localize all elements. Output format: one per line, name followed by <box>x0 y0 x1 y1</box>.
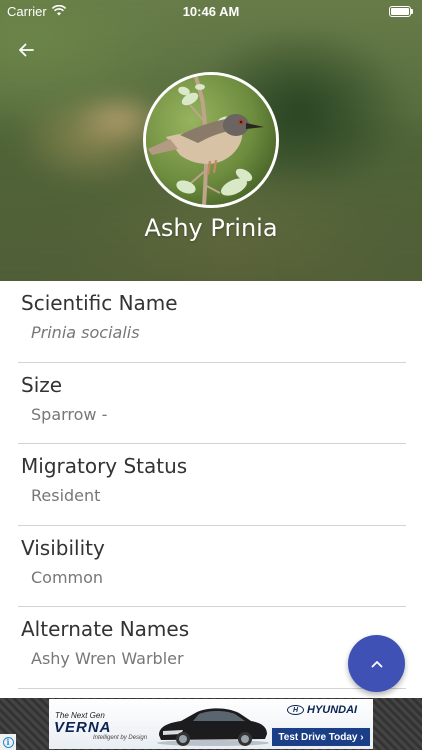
ad-slogan: Intelligent by Design <box>93 735 148 741</box>
ad-banner[interactable]: The Next Gen VERNA Intelligent by Design… <box>49 699 373 749</box>
detail-label: Scientific Name <box>21 291 178 315</box>
back-button[interactable] <box>12 38 40 62</box>
scroll-to-top-button[interactable] <box>348 635 405 692</box>
ad-brand: H HYUNDAI <box>287 704 357 716</box>
detail-label: Size <box>21 372 63 397</box>
detail-value: Ashy Wren Warbler <box>31 649 184 668</box>
ad-brand-name: HYUNDAI <box>307 704 358 716</box>
arrow-left-icon <box>19 43 34 57</box>
ad-info-button[interactable]: i <box>0 734 16 750</box>
detail-row-size: Size Sparrow - <box>18 363 406 444</box>
car-image <box>157 708 269 746</box>
detail-row-scientific-name: Scientific Name Prinia socialis <box>18 281 406 363</box>
battery-icon <box>389 6 414 17</box>
bird-name-title: Ashy Prinia <box>144 214 278 242</box>
detail-label: Migratory Status <box>21 454 188 478</box>
ad-cta-button[interactable]: Test Drive Today › <box>272 728 370 746</box>
detail-row-migratory-status: Migratory Status Resident <box>18 444 406 526</box>
status-bar: Carrier 10:46 AM <box>0 0 422 24</box>
detail-value: Prinia socialis <box>31 323 140 342</box>
detail-value: Common <box>31 567 104 587</box>
hyundai-logo-icon: H <box>287 705 304 715</box>
detail-row-visibility: Visibility Common <box>18 526 406 607</box>
header: Carrier 10:46 AM Ashy Prinia <box>0 0 422 281</box>
bird-detail-screen: Carrier 10:46 AM Ashy Prinia Scientific … <box>0 0 422 750</box>
bird-details-list: Scientific Name Prinia socialis Size Spa… <box>0 281 422 689</box>
ad-model-name: VERNA <box>54 719 112 736</box>
detail-row-alternate-names: Alternate Names Ashy Wren Warbler <box>18 607 406 689</box>
info-icon: i <box>2 736 14 748</box>
detail-label: Alternate Names <box>21 617 190 641</box>
detail-value: Sparrow - <box>31 404 108 424</box>
detail-label: Visibility <box>21 535 105 560</box>
chevron-up-icon <box>371 660 382 667</box>
clock: 10:46 AM <box>182 4 240 19</box>
detail-value: Resident <box>31 486 101 505</box>
bird-photo <box>143 72 279 208</box>
